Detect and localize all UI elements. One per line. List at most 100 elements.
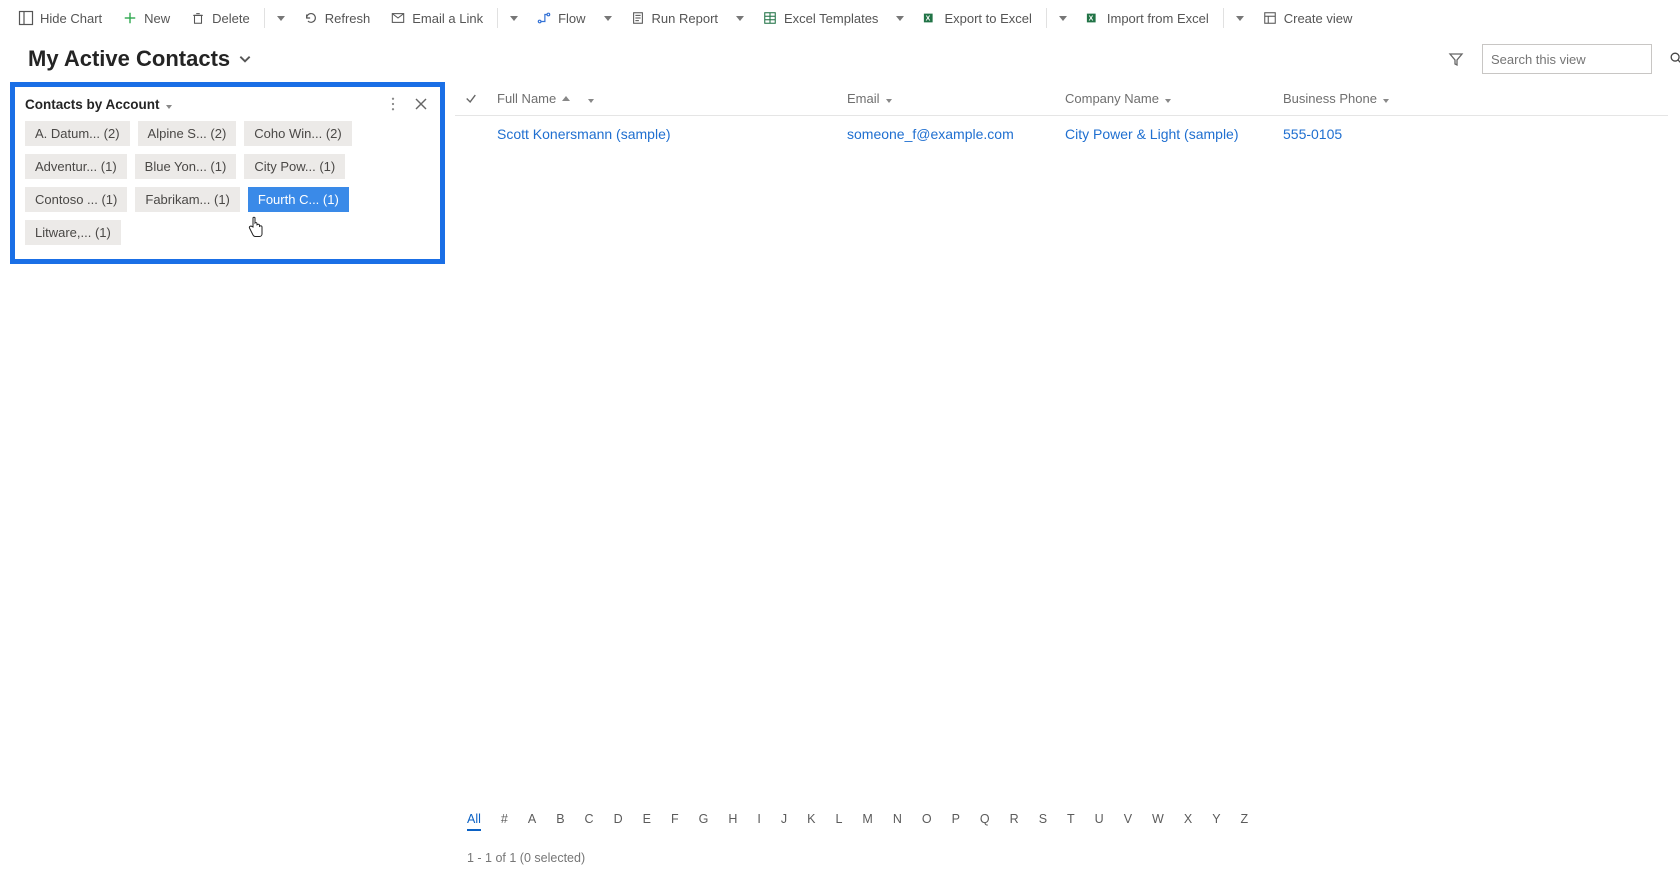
view-header: My Active Contacts: [0, 36, 1680, 82]
chart-title-text: Contacts by Account: [25, 97, 160, 112]
excel-icon: X: [1085, 10, 1101, 26]
column-label: Business Phone: [1283, 91, 1377, 106]
cmd-label: Hide Chart: [40, 11, 102, 26]
chart-selector[interactable]: Contacts by Account: [25, 97, 172, 112]
delete-split-button[interactable]: [271, 12, 291, 25]
flow-split-button[interactable]: [598, 12, 618, 25]
alpha-index-item[interactable]: T: [1067, 812, 1075, 831]
cmd-label: Import from Excel: [1107, 11, 1209, 26]
alpha-index-item[interactable]: #: [501, 812, 508, 831]
chart-tag[interactable]: Coho Win... (2): [244, 121, 351, 146]
chart-tag[interactable]: City Pow... (1): [244, 154, 345, 179]
column-company[interactable]: Company Name: [1055, 91, 1273, 106]
export-excel-button[interactable]: X Export to Excel: [914, 6, 1039, 30]
excel-templates-icon: [762, 10, 778, 26]
separator: [1046, 8, 1047, 28]
alpha-index-item[interactable]: P: [952, 812, 960, 831]
chart-tag[interactable]: A. Datum... (2): [25, 121, 130, 146]
report-icon: [630, 10, 646, 26]
cmd-label: Refresh: [325, 11, 371, 26]
chart-tag[interactable]: Fabrikam... (1): [135, 187, 240, 212]
alpha-index-item[interactable]: X: [1184, 812, 1192, 831]
chart-header-actions: [384, 95, 430, 113]
filter-button[interactable]: [1442, 45, 1470, 73]
email-link-button[interactable]: Email a Link: [382, 6, 491, 30]
alpha-index-item[interactable]: G: [699, 812, 709, 831]
excel-templates-button[interactable]: Excel Templates: [754, 6, 886, 30]
chart-tag[interactable]: Litware,... (1): [25, 220, 121, 245]
column-phone[interactable]: Business Phone: [1273, 91, 1668, 106]
alpha-index-item[interactable]: Y: [1212, 812, 1220, 831]
delete-button[interactable]: Delete: [182, 6, 258, 30]
email-link-split-button[interactable]: [504, 12, 524, 25]
chart-tag[interactable]: Adventur... (1): [25, 154, 127, 179]
column-label: Email: [847, 91, 880, 106]
grid-header: Full Name Email Company Name Business Ph…: [455, 82, 1668, 116]
alpha-index-item[interactable]: O: [922, 812, 932, 831]
alpha-index-item[interactable]: K: [807, 812, 815, 831]
new-button[interactable]: New: [114, 6, 178, 30]
chevron-down-icon[interactable]: [588, 91, 594, 106]
chevron-down-icon: [166, 97, 172, 112]
alpha-index-item[interactable]: I: [757, 812, 760, 831]
hide-chart-button[interactable]: Hide Chart: [10, 6, 110, 30]
select-all-checkbox[interactable]: [455, 92, 487, 105]
chart-tag[interactable]: Alpine S... (2): [138, 121, 237, 146]
plus-icon: [122, 10, 138, 26]
alpha-index-item[interactable]: N: [893, 812, 902, 831]
search-icon[interactable]: [1669, 51, 1680, 68]
cmd-label: Run Report: [652, 11, 718, 26]
create-view-button[interactable]: Create view: [1254, 6, 1361, 30]
alpha-index-item[interactable]: L: [835, 812, 842, 831]
alpha-index-item[interactable]: B: [556, 812, 564, 831]
column-full-name[interactable]: Full Name: [487, 91, 837, 106]
run-report-button[interactable]: Run Report: [622, 6, 726, 30]
chevron-down-icon[interactable]: [886, 91, 892, 106]
alpha-index-item[interactable]: Z: [1241, 812, 1249, 831]
chart-card: Contacts by Account A. Datum... (2) Alpin…: [10, 82, 445, 264]
alpha-index-bar: All # A B C D E F GH I J K L M N O P Q R S T U V W X Y Z: [455, 806, 1668, 837]
alpha-index-item[interactable]: M: [862, 812, 872, 831]
alpha-index-item[interactable]: H: [728, 812, 737, 831]
alpha-index-item[interactable]: S: [1039, 812, 1047, 831]
excel-templates-split-button[interactable]: [890, 12, 910, 25]
chart-close-button[interactable]: [412, 95, 430, 113]
alpha-index-item[interactable]: F: [671, 812, 679, 831]
cell-phone[interactable]: 555-0105: [1273, 126, 1668, 142]
search-box[interactable]: [1482, 44, 1652, 74]
column-email[interactable]: Email: [837, 91, 1055, 106]
alpha-index-item[interactable]: D: [614, 812, 623, 831]
alpha-index-item[interactable]: J: [781, 812, 787, 831]
cmd-label: Delete: [212, 11, 250, 26]
chart-more-button[interactable]: [384, 95, 402, 113]
alpha-index-item[interactable]: W: [1152, 812, 1164, 831]
sort-asc-icon: [562, 96, 570, 101]
chevron-down-icon[interactable]: [1165, 91, 1171, 106]
alpha-index-item[interactable]: C: [585, 812, 594, 831]
alpha-index-item[interactable]: E: [643, 812, 651, 831]
alpha-index-item[interactable]: R: [1010, 812, 1019, 831]
alpha-index-item[interactable]: V: [1124, 812, 1132, 831]
cell-full-name[interactable]: Scott Konersmann (sample): [487, 126, 837, 142]
import-excel-button[interactable]: X Import from Excel: [1077, 6, 1217, 30]
chart-tag[interactable]: Blue Yon... (1): [135, 154, 237, 179]
chart-tag[interactable]: Fourth C... (1): [248, 187, 349, 212]
import-excel-split-button[interactable]: [1230, 12, 1250, 25]
status-text: 1 - 1 of 1 (0 selected): [467, 851, 585, 865]
chart-tag[interactable]: Contoso ... (1): [25, 187, 127, 212]
export-excel-split-button[interactable]: [1053, 12, 1073, 25]
alpha-index-item[interactable]: All: [467, 812, 481, 831]
cell-email[interactable]: someone_f@example.com: [837, 126, 1055, 142]
view-selector[interactable]: My Active Contacts: [28, 46, 252, 72]
search-input[interactable]: [1489, 51, 1669, 68]
refresh-button[interactable]: Refresh: [295, 6, 379, 30]
run-report-split-button[interactable]: [730, 12, 750, 25]
flow-button[interactable]: Flow: [528, 6, 593, 30]
status-bar: 1 - 1 of 1 (0 selected): [455, 851, 1680, 865]
chevron-down-icon[interactable]: [1383, 91, 1389, 106]
cell-company[interactable]: City Power & Light (sample): [1055, 126, 1273, 142]
table-row[interactable]: Scott Konersmann (sample)someone_f@examp…: [455, 116, 1668, 152]
alpha-index-item[interactable]: Q: [980, 812, 990, 831]
alpha-index-item[interactable]: A: [528, 812, 536, 831]
alpha-index-item[interactable]: U: [1095, 812, 1104, 831]
